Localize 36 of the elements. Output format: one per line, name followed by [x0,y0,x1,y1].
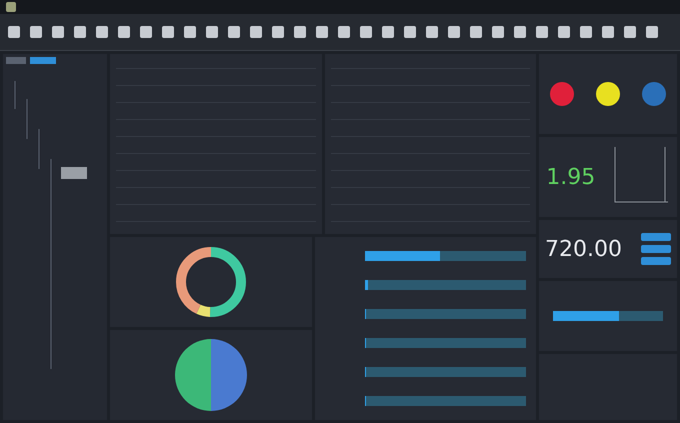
toolbar-icon[interactable] [338,26,350,38]
toolbar-icon[interactable] [250,26,262,38]
toolbar-icon[interactable] [470,26,482,38]
toolbar-icon[interactable] [316,26,328,38]
toolbar-icon[interactable] [294,26,306,38]
toolbar-icon[interactable] [52,26,64,38]
toolbar-icon[interactable] [360,26,372,38]
toolbar-icon[interactable] [624,26,636,38]
toolbar-icon[interactable] [558,26,570,38]
toolbar-icon[interactable] [448,26,460,38]
toggle[interactable] [641,257,671,265]
toolbar-icon[interactable] [96,26,108,38]
toolbar-icon[interactable] [74,26,86,38]
toggle[interactable] [641,245,671,253]
toolbar-icon[interactable] [426,26,438,38]
toolbar-icon[interactable] [8,26,20,38]
readout-value: 1.95 [546,164,596,190]
toolbar-icon[interactable] [580,26,592,38]
toolbar-icon[interactable] [118,26,130,38]
toolbar-icon[interactable] [602,26,614,38]
toolbar-icon[interactable] [492,26,504,38]
toolbar-icon[interactable] [536,26,548,38]
toolbar-icon[interactable] [272,26,284,38]
toolbar-icon[interactable] [30,26,42,38]
toolbar-icon[interactable] [162,26,174,38]
toolbar-icon[interactable] [228,26,240,38]
toolbar-icon[interactable] [646,26,658,38]
toolbar-icon[interactable] [184,26,196,38]
toggle[interactable] [641,233,671,241]
toolbar-icon[interactable] [382,26,394,38]
total-value: 720.00 [545,236,622,262]
toolbar-icon[interactable] [140,26,152,38]
toolbar-icon[interactable] [206,26,218,38]
app-logo-icon [6,2,16,12]
toolbar-icon[interactable] [404,26,416,38]
toolbar-icon[interactable] [514,26,526,38]
